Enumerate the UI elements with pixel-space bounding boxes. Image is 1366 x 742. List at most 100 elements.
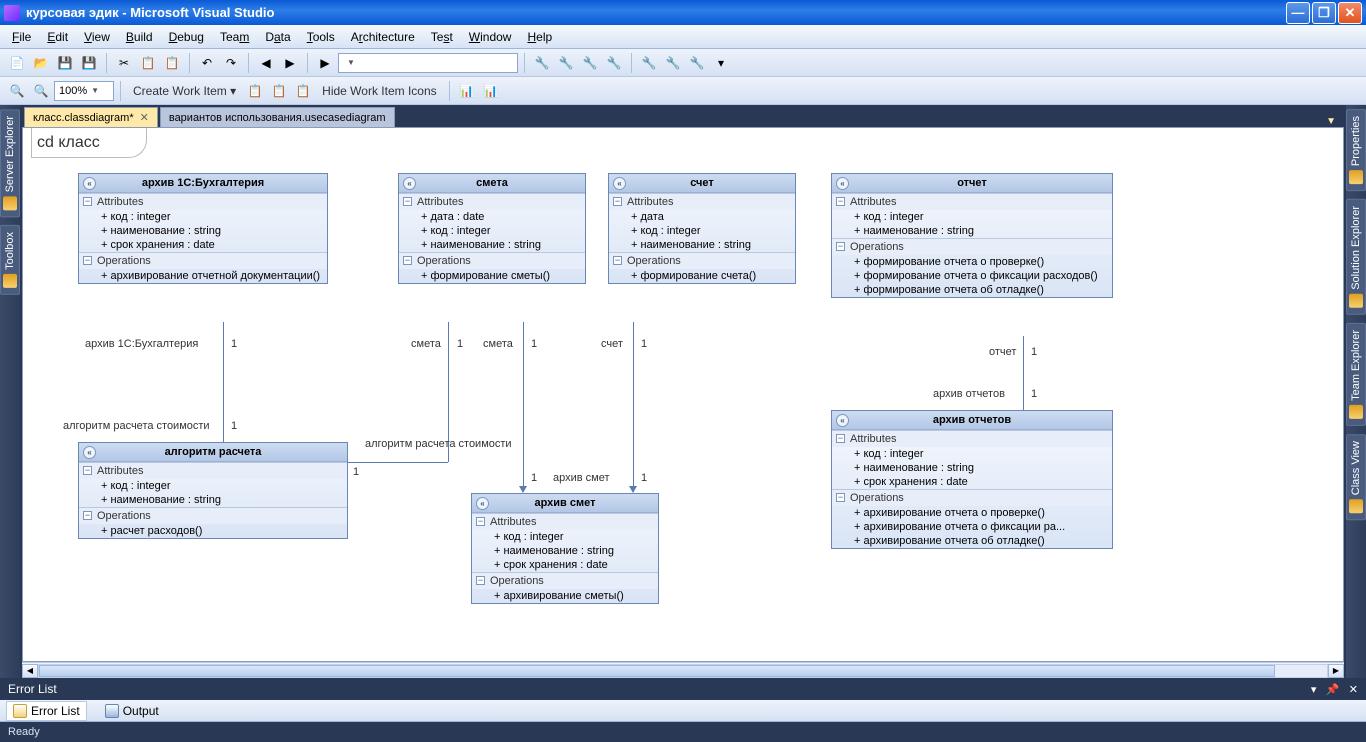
copy-icon[interactable]: 📋 [137, 52, 159, 74]
menu-test[interactable]: Test [423, 27, 461, 47]
wi5-icon[interactable]: 📊 [480, 80, 502, 102]
assoc-role: алгоритм расчета стоимости [365, 438, 512, 450]
collapse-icon[interactable]: « [83, 177, 96, 190]
scroll-right-icon[interactable]: ▶ [1328, 664, 1344, 678]
wi3-icon[interactable]: 📋 [292, 80, 314, 102]
collapse-icon[interactable]: « [83, 446, 96, 459]
assoc-line [633, 322, 634, 492]
collapse-icon[interactable]: « [476, 497, 489, 510]
collapse-icon[interactable]: « [403, 177, 416, 190]
collapse-icon[interactable]: « [836, 177, 849, 190]
tbx5-icon[interactable]: 🔧 [638, 52, 660, 74]
scroll-thumb[interactable] [39, 665, 1275, 677]
save-all-icon[interactable]: 💾 [78, 52, 100, 74]
menu-debug[interactable]: Debug [161, 27, 212, 47]
menu-window[interactable]: Window [461, 27, 520, 47]
zoom-in-icon[interactable]: 🔍 [30, 80, 52, 102]
class-arhiv-otchetov[interactable]: «архив отчетов −Attributes + код : integ… [831, 410, 1113, 549]
toolbox-icon [3, 274, 17, 288]
solution-explorer-tab[interactable]: Solution Explorer [1346, 199, 1366, 315]
panel-close-icon[interactable]: ✕ [1349, 684, 1358, 696]
menu-architecture[interactable]: Architecture [343, 27, 423, 47]
assoc-mult: 1 [531, 472, 537, 484]
menu-edit[interactable]: Edit [39, 27, 76, 47]
paste-icon[interactable]: 📋 [161, 52, 183, 74]
properties-icon [1349, 170, 1363, 184]
wi2-icon[interactable]: 📋 [268, 80, 290, 102]
redo-icon[interactable]: ↷ [220, 52, 242, 74]
error-list-icon [13, 704, 27, 718]
class-smeta[interactable]: «смета −Attributes + дата : date + код :… [398, 173, 586, 284]
menu-team[interactable]: Team [212, 27, 257, 47]
maximize-button[interactable]: ❐ [1312, 2, 1336, 24]
tbx6-icon[interactable]: 🔧 [662, 52, 684, 74]
output-tab[interactable]: Output [99, 702, 165, 720]
menu-help[interactable]: Help [519, 27, 560, 47]
config-combo[interactable]: ▼ [338, 53, 518, 73]
nav-back-icon[interactable]: ◀ [255, 52, 277, 74]
server-explorer-tab[interactable]: Server Explorer [0, 109, 20, 217]
wi4-icon[interactable]: 📊 [456, 80, 478, 102]
collapse-icon[interactable]: « [836, 414, 849, 427]
error-list-panel-header[interactable]: Error List ▾ 📌 ✕ [0, 678, 1366, 700]
class-view-icon [1349, 499, 1363, 513]
horizontal-scrollbar[interactable]: ◀ ▶ [22, 662, 1344, 678]
assoc-line [223, 322, 224, 442]
nav-fwd-icon[interactable]: ▶ [279, 52, 301, 74]
hide-work-item-icons[interactable]: Hide Work Item Icons [316, 84, 442, 98]
menu-tools[interactable]: Tools [299, 27, 343, 47]
tab-class-diagram[interactable]: класс.classdiagram*✕ [24, 107, 158, 127]
app-icon [4, 5, 20, 21]
close-button[interactable]: ✕ [1338, 2, 1362, 24]
new-project-icon[interactable]: 📄 [6, 52, 28, 74]
status-text: Ready [8, 726, 40, 738]
tbx4-icon[interactable]: 🔧 [603, 52, 625, 74]
scroll-left-icon[interactable]: ◀ [22, 664, 38, 678]
error-list-tab[interactable]: Error List [6, 701, 87, 721]
tab-dropdown-icon[interactable]: ▼ [1320, 116, 1342, 127]
class-otchet[interactable]: «отчет −Attributes + код : integer + наи… [831, 173, 1113, 298]
open-icon[interactable]: 📂 [30, 52, 52, 74]
undo-icon[interactable]: ↶ [196, 52, 218, 74]
window-title: курсовая эдик - Microsoft Visual Studio [26, 5, 274, 20]
assoc-mult: 1 [231, 338, 237, 350]
tbx8-icon[interactable]: ▾ [710, 52, 732, 74]
properties-tab[interactable]: Properties [1346, 109, 1366, 191]
wi1-icon[interactable]: 📋 [244, 80, 266, 102]
tbx2-icon[interactable]: 🔧 [555, 52, 577, 74]
team-explorer-tab[interactable]: Team Explorer [1346, 323, 1366, 426]
toolbox-tab[interactable]: Toolbox [0, 225, 20, 295]
create-work-item-button[interactable]: Create Work Item ▾ [127, 84, 242, 98]
panel-pin-icon[interactable]: 📌 [1326, 684, 1340, 696]
tbx3-icon[interactable]: 🔧 [579, 52, 601, 74]
cut-icon[interactable]: ✂ [113, 52, 135, 74]
assoc-mult: 1 [531, 338, 537, 350]
tbx-icon[interactable]: 🔧 [531, 52, 553, 74]
class-algoritm[interactable]: «алгоритм расчета −Attributes + код : in… [78, 442, 348, 539]
output-icon [105, 704, 119, 718]
right-rail: Properties Solution Explorer Team Explor… [1346, 105, 1366, 678]
tab-usecase-diagram[interactable]: вариантов использования.usecasediagram [160, 107, 395, 127]
class-view-tab[interactable]: Class View [1346, 434, 1366, 520]
save-icon[interactable]: 💾 [54, 52, 76, 74]
zoom-combo[interactable]: 100%▼ [54, 81, 114, 101]
start-icon[interactable]: ▶ [314, 52, 336, 74]
toolbar-2: 🔍 🔍 100%▼ Create Work Item ▾ 📋 📋 📋 Hide … [0, 77, 1366, 105]
tab-close-icon[interactable]: ✕ [140, 111, 149, 124]
panel-dropdown-icon[interactable]: ▾ [1311, 684, 1317, 696]
zoom-out-icon[interactable]: 🔍 [6, 80, 28, 102]
menu-view[interactable]: View [76, 27, 118, 47]
diagram-title: cd класс [37, 134, 100, 152]
class-arhiv-smet[interactable]: «архив смет −Attributes + код : integer … [471, 493, 659, 604]
menu-build[interactable]: Build [118, 27, 161, 47]
server-explorer-icon [3, 196, 17, 210]
tbx7-icon[interactable]: 🔧 [686, 52, 708, 74]
menu-data[interactable]: Data [257, 27, 298, 47]
assoc-mult: 1 [457, 338, 463, 350]
menu-file[interactable]: File [4, 27, 39, 47]
class-schet[interactable]: «счет −Attributes + дата + код : integer… [608, 173, 796, 284]
class-archive-1c[interactable]: «архив 1С:Бухгалтерия −Attributes + код … [78, 173, 328, 284]
collapse-icon[interactable]: « [613, 177, 626, 190]
minimize-button[interactable]: — [1286, 2, 1310, 24]
diagram-canvas[interactable]: cd класс «архив 1С:Бухгалтерия −Attribut… [22, 127, 1344, 662]
